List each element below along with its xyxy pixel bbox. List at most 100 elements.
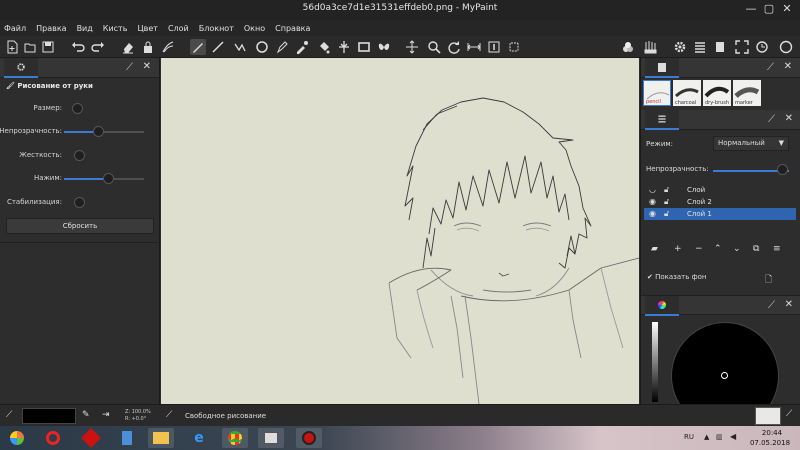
layers-stack-icon[interactable]: [692, 39, 708, 55]
hardness-slider-knob[interactable]: [74, 150, 85, 161]
reset-button[interactable]: Сбросить: [6, 218, 154, 234]
settings-gear-icon[interactable]: [672, 39, 688, 55]
drawing-canvas[interactable]: [161, 58, 639, 404]
volume-icon[interactable]: ◀: [730, 432, 736, 441]
menu-help[interactable]: Справка: [275, 24, 310, 33]
layer-opacity-knob[interactable]: [777, 164, 788, 175]
brush-icon[interactable]: ⟋: [786, 409, 792, 419]
add-layer-group-icon[interactable]: ▰: [651, 244, 658, 254]
brush-library-tab[interactable]: [645, 58, 679, 78]
eye-icon[interactable]: ◉: [649, 209, 656, 218]
history-clock-icon[interactable]: [754, 39, 770, 55]
pin-icon[interactable]: ⟋: [768, 300, 775, 311]
color-picker-icon[interactable]: [294, 39, 310, 55]
frame-icon[interactable]: [356, 39, 372, 55]
value-bar[interactable]: [652, 322, 658, 402]
pin-icon[interactable]: ⟋: [126, 62, 133, 73]
minimize-button[interactable]: —: [744, 2, 758, 16]
brush-mode-icon[interactable]: [160, 39, 176, 55]
chrome-icon[interactable]: [222, 428, 248, 448]
menu-file[interactable]: Файл: [4, 24, 26, 33]
opacity-slider-knob[interactable]: [93, 126, 104, 137]
brush-thumb-dry-brush[interactable]: dry-brush: [703, 80, 731, 106]
brush-thumb-pencil[interactable]: pencil: [643, 80, 671, 106]
fill-tool-icon[interactable]: [316, 39, 332, 55]
redo-icon[interactable]: [90, 39, 106, 55]
open-file-icon[interactable]: [22, 39, 38, 55]
zoom-view-icon[interactable]: [426, 39, 442, 55]
duplicate-layer-icon[interactable]: ⧉: [753, 244, 759, 254]
fit-view-icon[interactable]: [466, 39, 482, 55]
clock-time[interactable]: 20:44: [754, 429, 790, 437]
color-palette-icon[interactable]: [620, 39, 636, 55]
add-layer-icon[interactable]: +: [674, 244, 682, 254]
close-panel-icon[interactable]: ✕: [143, 61, 151, 72]
ellipse-tool-icon[interactable]: [254, 39, 270, 55]
antivirus-icon[interactable]: [78, 428, 104, 448]
brush-thumb-marker[interactable]: marker: [733, 80, 761, 106]
save-file-icon[interactable]: [40, 39, 56, 55]
color-wheel-tab[interactable]: [645, 296, 679, 316]
menu-layer[interactable]: Слой: [168, 24, 189, 33]
main-menu-icon[interactable]: [778, 39, 794, 55]
menu-scratchpad[interactable]: Блокнот: [199, 24, 234, 33]
opera-icon[interactable]: [40, 428, 66, 448]
blend-mode-select[interactable]: Нормальный ▼: [713, 136, 789, 151]
menu-color[interactable]: Цвет: [137, 24, 158, 33]
hidden-eye-icon[interactable]: ◡: [649, 185, 656, 194]
pan-view-icon[interactable]: [404, 39, 420, 55]
rotate-view-icon[interactable]: [446, 39, 462, 55]
stabilization-slider-knob[interactable]: [74, 197, 85, 208]
undo-icon[interactable]: [70, 39, 86, 55]
show-background-row[interactable]: ✔ Показать фон: [647, 273, 706, 281]
color-cursor[interactable]: [721, 372, 728, 379]
language-indicator[interactable]: RU: [684, 433, 694, 441]
edit-icon[interactable]: ✎: [82, 410, 90, 420]
brush-sets-icon[interactable]: [642, 39, 658, 55]
line-tool-icon[interactable]: [210, 39, 226, 55]
close-panel-icon[interactable]: ✕: [785, 299, 793, 310]
network-icon[interactable]: ▥: [716, 433, 723, 441]
pin-icon[interactable]: ⟋: [767, 62, 774, 73]
move-layer-down-icon[interactable]: ⌄: [733, 244, 741, 254]
close-panel-icon[interactable]: ✕: [785, 113, 793, 124]
mypaint-taskbar-icon[interactable]: [258, 428, 284, 448]
menu-brush[interactable]: Кисть: [103, 24, 128, 33]
fullscreen-icon[interactable]: [734, 39, 750, 55]
move-layer-up-icon[interactable]: ⌃: [714, 244, 722, 254]
scratchpad-icon[interactable]: [712, 39, 728, 55]
brush-thumb-charcoal[interactable]: charcoal: [673, 80, 701, 106]
layer-row-0[interactable]: ◡ 🔓︎ Слой: [644, 184, 796, 196]
pin-icon[interactable]: ⟋: [768, 114, 775, 125]
unlock-icon[interactable]: 🔓︎: [664, 197, 669, 207]
layer-row-2[interactable]: ◉ 🔓︎ Слой 1: [644, 208, 796, 220]
size-slider-knob[interactable]: [72, 103, 83, 114]
symmetry-icon[interactable]: [336, 39, 352, 55]
export-icon[interactable]: ⇥: [102, 410, 110, 420]
eraser-icon[interactable]: [120, 39, 136, 55]
unlock-icon[interactable]: 🔓︎: [664, 185, 669, 195]
menu-edit[interactable]: Правка: [36, 24, 66, 33]
calculator-icon[interactable]: [114, 428, 140, 448]
clock-date[interactable]: 07.05.2018: [748, 439, 792, 447]
freehand-tool-icon[interactable]: [190, 39, 206, 55]
background-picker-icon[interactable]: 🗋: [765, 272, 772, 288]
brush-settings-tab[interactable]: [4, 58, 38, 78]
menu-window[interactable]: Окно: [244, 24, 265, 33]
start-button[interactable]: [4, 428, 30, 448]
connected-lines-icon[interactable]: [232, 39, 248, 55]
eye-icon[interactable]: ◉: [649, 197, 656, 206]
reset-zoom-icon[interactable]: [486, 39, 502, 55]
checkbox-checked-icon[interactable]: ✔: [647, 273, 653, 281]
new-file-icon[interactable]: [4, 39, 20, 55]
remove-layer-icon[interactable]: −: [695, 244, 703, 254]
close-button[interactable]: ✕: [780, 2, 794, 16]
layers-tab[interactable]: [645, 110, 679, 130]
unlock-icon[interactable]: 🔓︎: [664, 209, 669, 219]
layer-menu-icon[interactable]: ≡: [773, 244, 781, 254]
layer-row-1[interactable]: ◉ 🔓︎ Слой 2: [644, 196, 796, 208]
butterfly-icon[interactable]: [376, 39, 392, 55]
tray-arrow-icon[interactable]: ▲: [704, 433, 709, 441]
close-panel-icon[interactable]: ✕: [784, 61, 792, 72]
inking-tool-icon[interactable]: [274, 39, 290, 55]
